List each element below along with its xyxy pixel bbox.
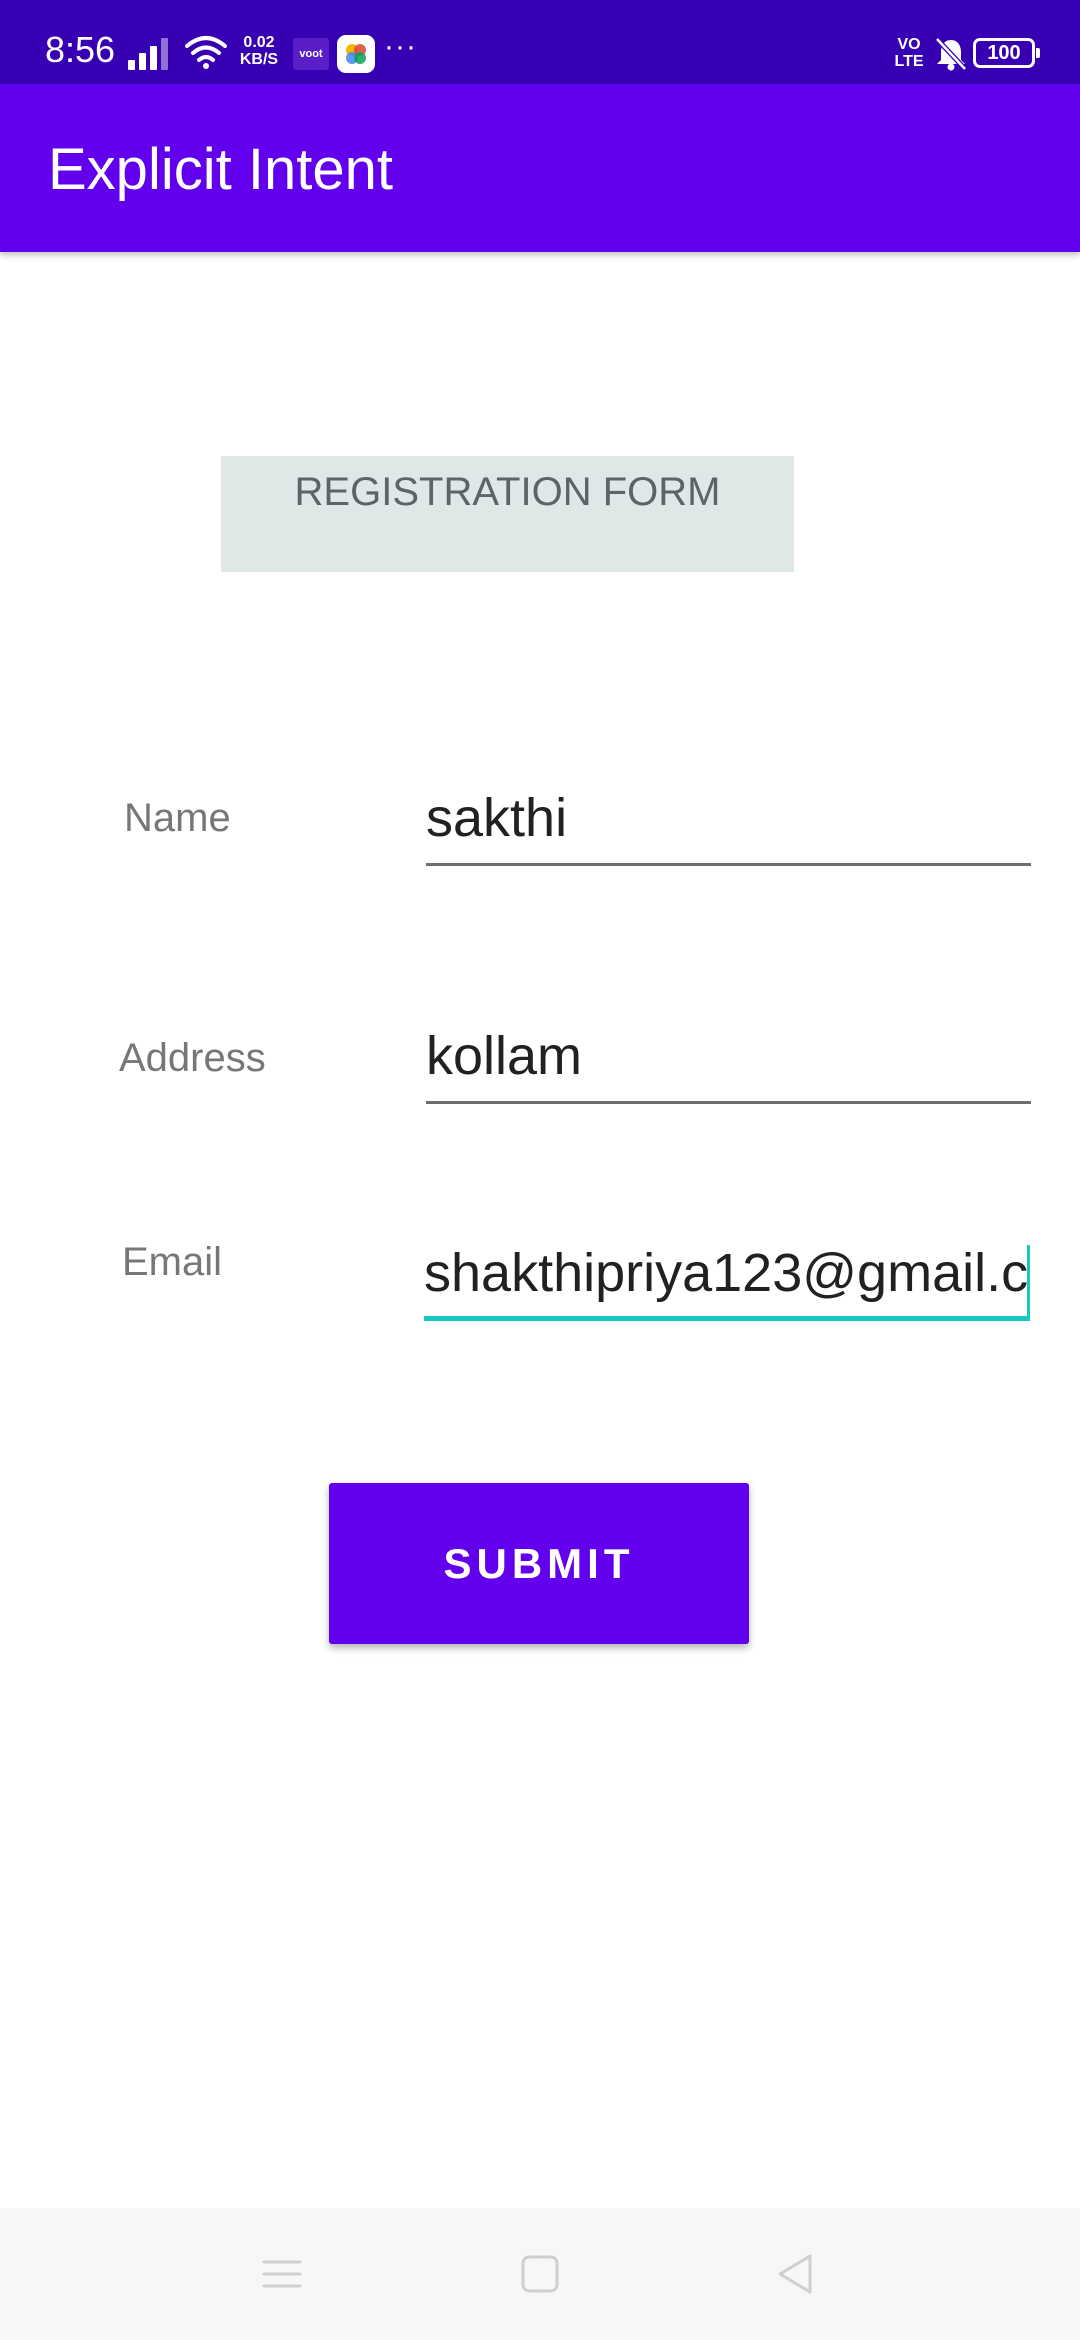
name-field[interactable]: sakthi [426,786,1031,866]
bell-muted-icon [935,37,967,71]
photos-app-icon [337,35,375,73]
app-title: Explicit Intent [48,137,393,202]
network-speed-value: 0.02 [243,34,275,51]
network-speed: 0.02 KB/S [236,34,282,68]
volte-top-label: VO [897,36,921,53]
back-icon[interactable] [770,2248,822,2300]
home-icon[interactable] [514,2248,566,2300]
email-field[interactable]: shakthipriya123@gmail.c [424,1241,1030,1321]
network-speed-unit: KB/S [239,51,279,68]
text-cursor [1027,1245,1030,1316]
status-bar: 8:56 0.02 KB/S voot ··· VO LTE 100 [0,0,1080,84]
address-label: Address [119,1036,266,1080]
navigation-bar [0,2208,1080,2340]
name-label: Name [124,796,231,840]
app-bar: Explicit Intent [0,84,1080,252]
address-field[interactable]: kollam [426,1024,1031,1104]
email-field-value: shakthipriya123@gmail.c [424,1243,1029,1303]
status-time: 8:56 [45,29,116,70]
email-label: Email [122,1240,223,1284]
more-notifications-icon: ··· [384,30,417,63]
volte-bottom-label: LTE [894,53,924,70]
signal-icon [128,38,168,70]
wifi-icon [185,36,227,69]
volte-icon: VO LTE [891,36,927,70]
submit-button[interactable]: SUBMIT [329,1483,749,1644]
menu-icon[interactable] [256,2248,308,2300]
registration-form-header: REGISTRATION FORM [221,456,794,572]
form-header-text: REGISTRATION FORM [294,470,721,514]
screen: 8:56 0.02 KB/S voot ··· VO LTE 100 Expli… [0,0,1080,2340]
voot-app-icon: voot [293,38,329,70]
battery-icon: 100 [973,38,1040,68]
